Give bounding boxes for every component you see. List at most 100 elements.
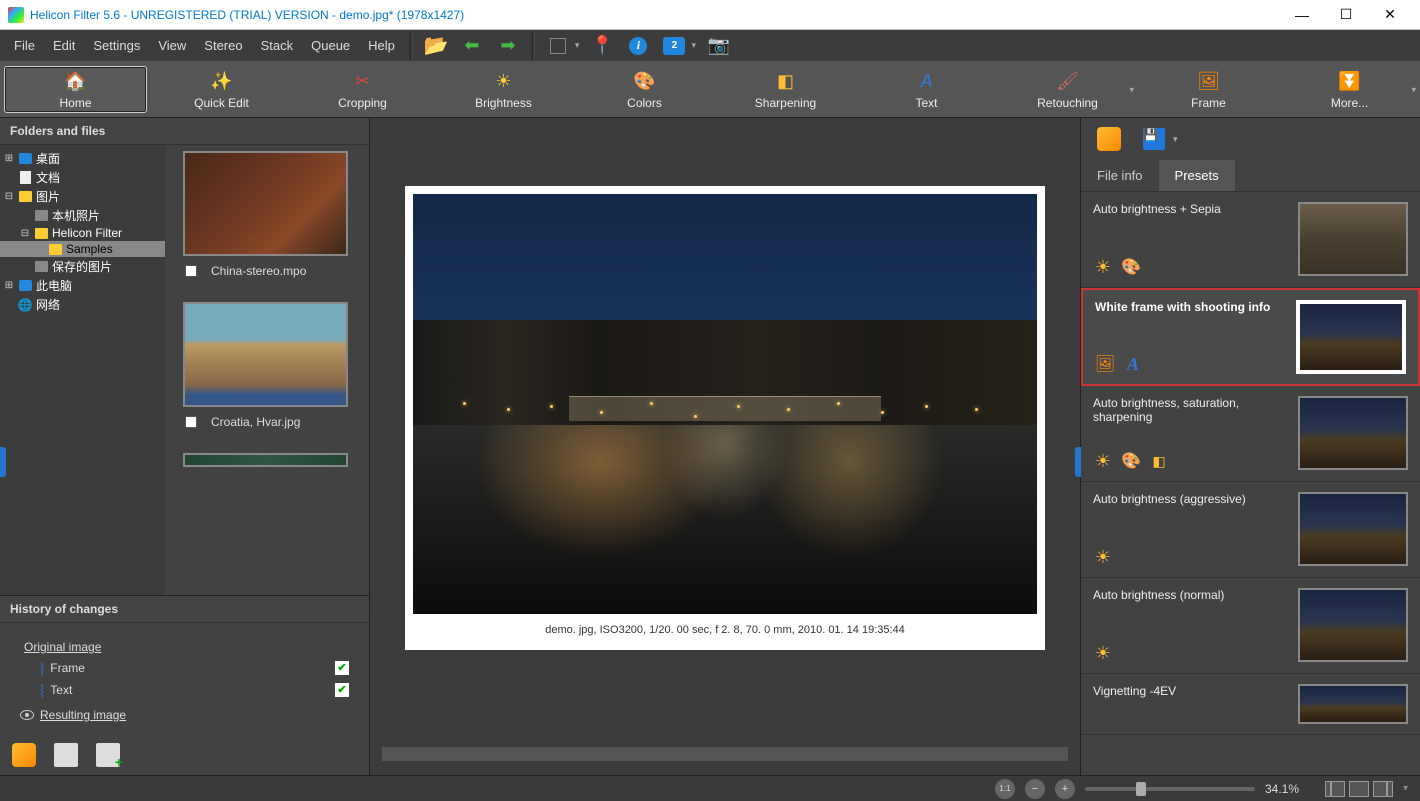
layout-center-button[interactable] [1349,781,1369,797]
minimize-button[interactable]: — [1280,0,1324,30]
tree-node-documents[interactable]: 文档 [0,168,165,187]
right-panel-grip[interactable] [1075,447,1081,477]
revert-icon[interactable] [1097,127,1121,151]
main-image[interactable] [413,194,1037,614]
zoom-fit-button[interactable]: 1:1 [995,779,1015,799]
monitor-count-icon[interactable]: 2 [663,35,685,57]
ribbon-frame[interactable]: 🖼 Frame [1138,62,1279,117]
chevron-down-icon[interactable]: ▾ [575,40,580,51]
tree-node-network[interactable]: 🌐网络 [0,295,165,314]
thumbnail-item[interactable] [177,453,369,467]
slider-thumb[interactable] [1136,782,1146,796]
preset-item[interactable]: Auto brightness (aggressive) ☀ [1081,482,1420,578]
history-resulting[interactable]: Resulting image [20,708,349,722]
chevron-down-icon[interactable]: ▾ [1173,134,1178,145]
presets-list[interactable]: Auto brightness + Sepia ☀🎨 White frame w… [1081,192,1420,775]
left-panel: Folders and files ⊞桌面 文档 ⊟图片 本机照片 ⊟Helic… [0,118,370,775]
ribbon-quick-edit[interactable]: ✨ Quick Edit [151,62,292,117]
preset-item[interactable]: Vignetting -4EV [1081,674,1420,735]
nav-forward-icon[interactable]: ➡ [497,35,519,57]
chevron-down-icon[interactable]: ▾ [1411,84,1416,95]
thumbnail-item[interactable]: China-stereo.mpo [177,151,369,278]
zoom-in-button[interactable]: + [1055,779,1075,799]
sun-icon: ☀ [1093,643,1113,663]
thumbnail-image [183,151,348,256]
preset-item[interactable]: Auto brightness, saturation, sharpening … [1081,386,1420,482]
preset-item[interactable]: Auto brightness (normal) ☀ [1081,578,1420,674]
history-save-as-button[interactable] [96,743,120,767]
layout-buttons [1325,781,1393,797]
tab-file-info[interactable]: File info [1081,160,1159,191]
chevron-down-icon[interactable]: ▾ [691,40,696,51]
pin-icon[interactable]: 📍 [591,35,613,57]
tree-node-samples[interactable]: Samples [0,241,165,257]
menu-view[interactable]: View [150,34,194,57]
history-check-icon[interactable]: ✔ [335,683,349,697]
tree-node-this-pc[interactable]: ⊞此电脑 [0,276,165,295]
ribbon-cropping[interactable]: ✂ Cropping [292,62,433,117]
chevron-down-icon[interactable]: ▾ [1129,84,1134,95]
history-frame[interactable]: ⸾Frame✔ [20,659,349,676]
frame-icon: 🖼 [1197,70,1220,94]
ribbon-colors[interactable]: 🎨 Colors [574,62,715,117]
ribbon-label: More... [1331,96,1368,110]
save-icon[interactable]: 💾 [1143,128,1165,150]
ribbon-sharpening[interactable]: ◧ Sharpening [715,62,856,117]
ribbon-retouching[interactable]: 🖌 Retouching ▾ [997,62,1138,117]
info-icon[interactable]: i [627,35,649,57]
selection-tool-icon[interactable] [547,35,569,57]
sun-icon: ☀ [495,70,511,94]
preset-title: White frame with shooting info [1095,300,1286,314]
ribbon-label: Quick Edit [194,96,249,110]
tree-node-saved-pictures[interactable]: 保存的图片 [0,257,165,276]
tree-node-local-photos[interactable]: 本机照片 [0,206,165,225]
preset-title: Auto brightness (aggressive) [1093,492,1288,506]
history-save-button[interactable] [54,743,78,767]
folders-header: Folders and files [0,118,369,145]
preset-item[interactable]: Auto brightness + Sepia ☀🎨 [1081,192,1420,288]
menu-queue[interactable]: Queue [303,34,358,57]
chevron-down-icon[interactable]: ▾ [1403,783,1408,794]
thumbnail-list[interactable]: China-stereo.mpo Croatia, Hvar.jpg [165,145,369,595]
camera-icon[interactable]: 📷 [708,35,730,57]
maximize-button[interactable]: ☐ [1324,0,1368,30]
ribbon-text[interactable]: A Text [856,62,997,117]
thumbnail-caption: China-stereo.mpo [211,264,306,278]
sun-icon: ☀ [1093,257,1113,277]
ribbon-brightness[interactable]: ☀ Brightness [433,62,574,117]
menu-edit[interactable]: Edit [45,34,83,57]
menu-stereo[interactable]: Stereo [196,34,250,57]
history-check-icon[interactable]: ✔ [335,661,349,675]
preset-item[interactable]: White frame with shooting info 🖼A [1081,288,1420,386]
tab-presets[interactable]: Presets [1159,160,1235,191]
ribbon-home[interactable]: 🏠 Home [4,66,147,113]
history-text[interactable]: ⸾Text✔ [20,681,349,698]
history-revert-button[interactable] [12,743,36,767]
nav-back-icon[interactable]: ⬅ [461,35,483,57]
menu-help[interactable]: Help [360,34,403,57]
menu-settings[interactable]: Settings [85,34,148,57]
zoom-out-button[interactable]: − [1025,779,1045,799]
close-button[interactable]: ✕ [1368,0,1412,30]
thumbnail-checkbox[interactable] [185,416,197,428]
folder-tree[interactable]: ⊞桌面 文档 ⊟图片 本机照片 ⊟Helicon Filter Samples … [0,145,165,595]
open-folder-icon[interactable]: 📂 [425,35,447,57]
thumbnail-item[interactable]: Croatia, Hvar.jpg [177,302,369,429]
menu-file[interactable]: File [6,34,43,57]
tree-node-desktop[interactable]: ⊞桌面 [0,149,165,168]
history-original[interactable]: Original image [20,640,349,654]
main-area: Folders and files ⊞桌面 文档 ⊟图片 本机照片 ⊟Helic… [0,118,1420,775]
preset-thumbnail [1298,202,1408,276]
horizontal-scrollbar[interactable] [382,747,1068,761]
layout-right-button[interactable] [1373,781,1393,797]
menu-stack[interactable]: Stack [253,34,302,57]
thumbnail-image [183,453,348,467]
tree-node-pictures[interactable]: ⊟图片 [0,187,165,206]
left-panel-grip[interactable] [0,447,6,477]
thumbnail-checkbox[interactable] [185,265,197,277]
layout-left-button[interactable] [1325,781,1345,797]
tree-node-helicon-filter[interactable]: ⊟Helicon Filter [0,225,165,241]
zoom-slider[interactable] [1085,787,1255,791]
home-icon: 🏠 [64,70,86,94]
ribbon-more[interactable]: ⏬ More... ▾ [1279,62,1420,117]
